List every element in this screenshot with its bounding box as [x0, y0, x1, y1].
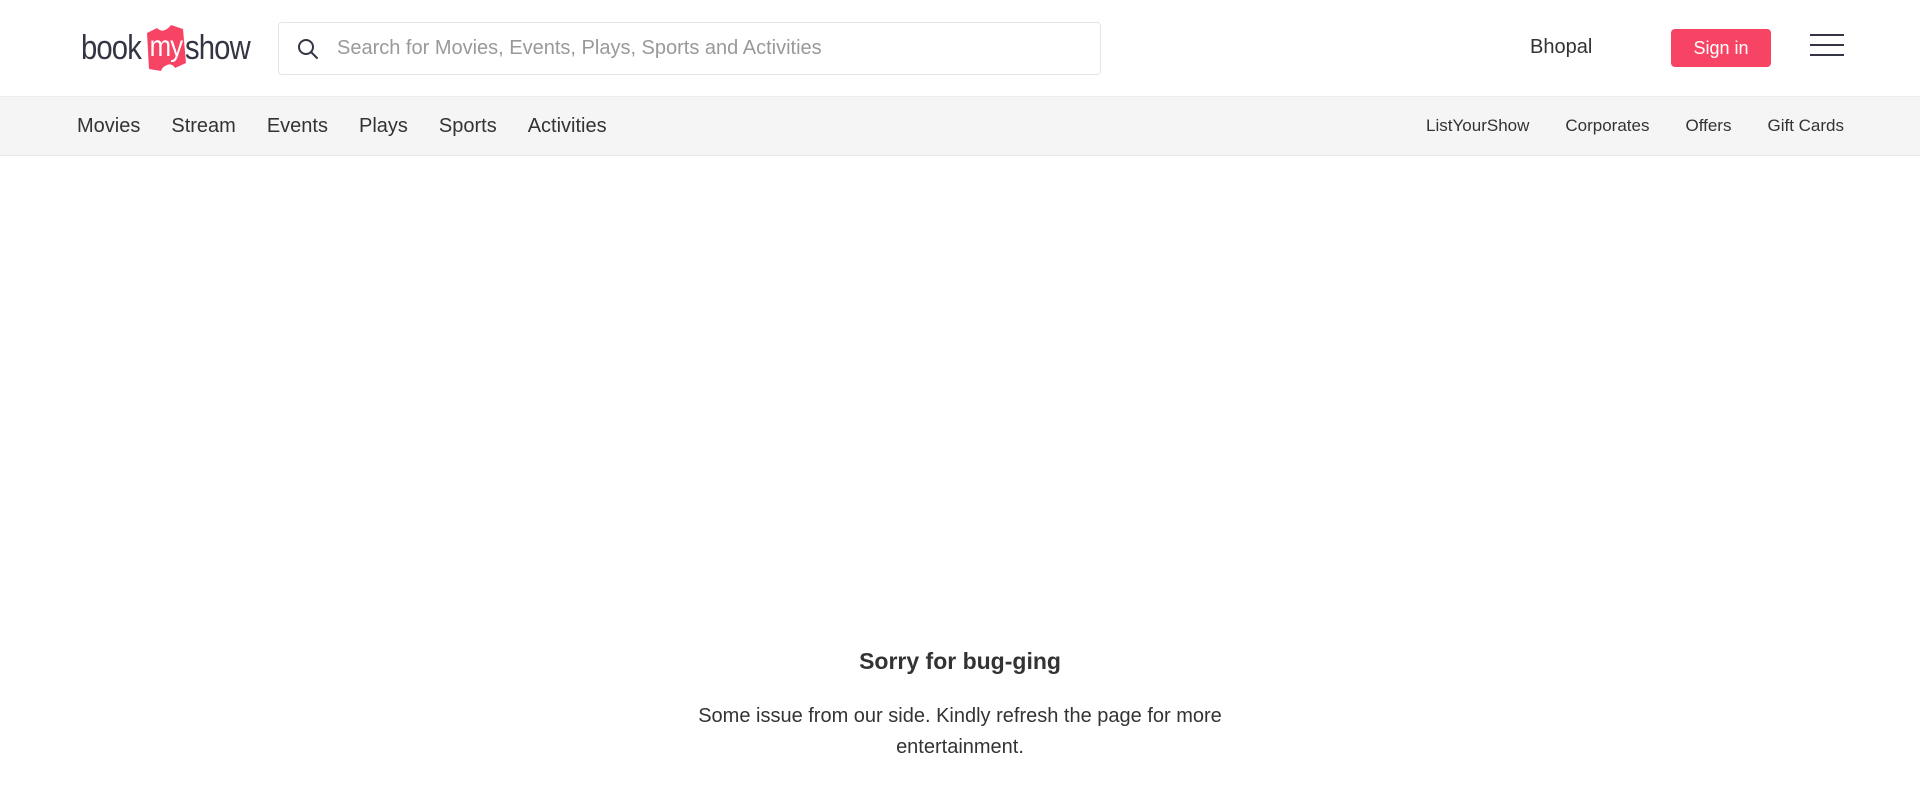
- search-icon: [298, 39, 318, 59]
- bookmyshow-logo[interactable]: book my show: [81, 22, 260, 74]
- category-nav: Movies Stream Events Plays Sports Activi…: [0, 96, 1920, 156]
- nav-item-events[interactable]: Events: [267, 115, 328, 138]
- nav-item-offers[interactable]: Offers: [1685, 116, 1731, 136]
- nav-item-stream[interactable]: Stream: [171, 115, 235, 138]
- city-selector[interactable]: Bhopal: [1530, 36, 1592, 59]
- menu-line: [1810, 34, 1844, 36]
- error-message-section: Sorry for bug-ging Some issue from our s…: [0, 648, 1920, 763]
- menu-line: [1810, 44, 1844, 46]
- nav-item-sports[interactable]: Sports: [439, 115, 497, 138]
- error-description: Some issue from our side. Kindly refresh…: [698, 705, 1222, 758]
- logo-ticket-badge: my: [143, 25, 187, 71]
- search-input[interactable]: [337, 23, 1077, 74]
- nav-item-movies[interactable]: Movies: [77, 115, 140, 138]
- top-header: book my show Bhopal Sign in: [0, 0, 1920, 96]
- search-bar[interactable]: [278, 22, 1101, 75]
- nav-item-corporates[interactable]: Corporates: [1565, 116, 1649, 136]
- hamburger-menu-icon[interactable]: [1810, 33, 1844, 59]
- nav-item-list-your-show[interactable]: ListYourShow: [1426, 116, 1529, 136]
- sign-in-button[interactable]: Sign in: [1671, 29, 1771, 67]
- primary-nav: Movies Stream Events Plays Sports Activi…: [77, 97, 638, 155]
- error-title: Sorry for bug-ging: [859, 648, 1061, 674]
- logo-text-book: book: [81, 28, 142, 67]
- menu-line: [1810, 54, 1844, 56]
- nav-item-activities[interactable]: Activities: [528, 115, 607, 138]
- nav-item-gift-cards[interactable]: Gift Cards: [1767, 116, 1844, 136]
- nav-item-plays[interactable]: Plays: [359, 115, 408, 138]
- secondary-nav: ListYourShow Corporates Offers Gift Card…: [1390, 97, 1844, 155]
- logo-text-my: my: [149, 30, 183, 63]
- logo-text-show: show: [184, 28, 251, 67]
